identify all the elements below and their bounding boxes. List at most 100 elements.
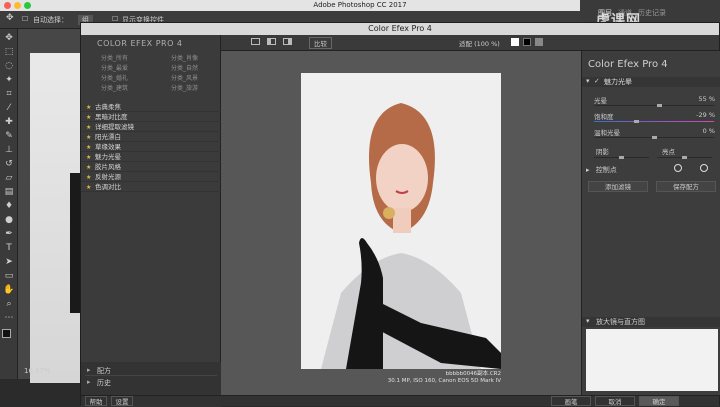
slider-knob[interactable] xyxy=(652,136,657,139)
brush-icon[interactable]: ✎ xyxy=(3,131,15,142)
crop-icon[interactable]: ⌗ xyxy=(3,89,15,100)
shape-icon[interactable]: ▭ xyxy=(3,271,15,282)
filter-header[interactable]: ▾ ✓ 魅力光晕 xyxy=(582,77,720,87)
filter-item[interactable]: ★ 古典柔焦 xyxy=(81,103,221,112)
marquee-icon[interactable]: ⬚ xyxy=(3,47,15,58)
filter-item[interactable]: ★ 反射光源 xyxy=(81,173,221,182)
hand-icon[interactable]: ✋ xyxy=(3,285,15,296)
category-landscape[interactable]: 分类_风景 xyxy=(171,73,198,82)
brand-right-name: Color Efex Pro xyxy=(588,59,659,70)
slider-label: 温和光晕 xyxy=(594,129,620,137)
tools-panel: ✥ ⬚ ◌ ✦ ⌗ ⁄ ✚ ✎ ⊥ ↺ ▱ ▤ ♦ ● ✒ T ➤ ▭ ✋ ⌕ … xyxy=(0,29,18,379)
filter-item[interactable]: ★ 色调对比 xyxy=(81,183,221,192)
auto-select-checkbox[interactable]: ☐ xyxy=(22,15,28,23)
filter-item[interactable]: ★ 详细提取滤镜 xyxy=(81,123,221,132)
path-select-icon[interactable]: ➤ xyxy=(3,257,15,268)
eyedropper-icon[interactable]: ⁄ xyxy=(3,103,15,114)
eraser-icon[interactable]: ▱ xyxy=(3,173,15,184)
favorite-star-icon[interactable]: ★ xyxy=(86,143,91,152)
filter-item[interactable]: ★ 草缘效果 xyxy=(81,143,221,152)
lasso-icon[interactable]: ◌ xyxy=(3,61,15,72)
category-all[interactable]: 分类_所有 xyxy=(101,53,128,62)
bg-gray-swatch[interactable] xyxy=(535,38,543,46)
favorite-star-icon[interactable]: ★ xyxy=(86,113,91,122)
slider-knob[interactable] xyxy=(657,104,662,107)
expand-icon: ▸ xyxy=(87,366,91,374)
favorite-star-icon[interactable]: ★ xyxy=(86,183,91,192)
panel-tab-history[interactable]: 历史记录 xyxy=(638,8,666,18)
filter-item-label: 胶片风格 xyxy=(95,163,121,171)
category-architecture[interactable]: 分类_建筑 xyxy=(101,83,128,92)
filter-item[interactable]: ★ 胶片风格 xyxy=(81,163,221,172)
filter-item[interactable]: ★ 黑暗对比度 xyxy=(81,113,221,122)
filter-item[interactable]: ★ 魅力光晕 xyxy=(81,153,221,162)
compare-button[interactable]: 比较 xyxy=(309,37,332,49)
move-icon[interactable]: ✥ xyxy=(3,33,15,44)
brand-left: COLOR EFEX PRO 4 xyxy=(97,39,183,48)
filter-item[interactable]: ★ 阳光漂白 xyxy=(81,133,221,142)
move-tool-icon[interactable]: ✥ xyxy=(6,13,14,23)
category-favorites[interactable]: 分类_最爱 xyxy=(101,63,128,72)
slider-track[interactable] xyxy=(594,120,714,123)
gradient-icon[interactable]: ▤ xyxy=(3,187,15,198)
photo-metadata: 30.1 MP, ISO 160, Canon EOS 5D Mark IV xyxy=(387,378,501,384)
stamp-icon[interactable]: ⊥ xyxy=(3,145,15,156)
bg-black-swatch[interactable] xyxy=(523,38,531,46)
preview-area[interactable]: bbbbb0046副本.CR2 30.1 MP, ISO 160, Canon … xyxy=(221,51,581,395)
dodge-icon[interactable]: ● xyxy=(3,215,15,226)
cep-window-title: Color Efex Pro 4 xyxy=(81,23,719,35)
recipes-row[interactable]: ▸ 配方 xyxy=(85,366,217,376)
history-brush-icon[interactable]: ↺ xyxy=(3,159,15,170)
side-by-side-view-icon[interactable] xyxy=(283,38,292,45)
add-filter-button[interactable]: 添加滤镜 xyxy=(588,181,648,192)
history-label: 历史 xyxy=(97,379,111,387)
slider-track[interactable] xyxy=(594,104,714,107)
foreground-color-swatch[interactable] xyxy=(2,329,11,338)
category-travel[interactable]: 分类_旅游 xyxy=(171,83,198,92)
filter-controls-panel: Color Efex Pro 4 ▾ ✓ 魅力光晕 光晕 55 % 饱和度 -29 %… xyxy=(581,51,720,395)
category-portrait[interactable]: 分类_肖像 xyxy=(171,53,198,62)
expand-icon: ▸ xyxy=(586,166,590,174)
control-points-row[interactable]: ▸ 控制点 xyxy=(586,165,617,175)
loupe-view[interactable] xyxy=(586,329,718,391)
zoom-icon[interactable]: ⌕ xyxy=(3,299,15,310)
filter-item-label: 魅力光晕 xyxy=(95,153,121,161)
shadow-slider[interactable] xyxy=(594,156,649,159)
slider-track[interactable] xyxy=(594,136,714,139)
slider-value: -29 % xyxy=(696,111,715,119)
filter-header-title: 魅力光晕 xyxy=(604,78,632,86)
pen-icon[interactable]: ✒ xyxy=(3,229,15,240)
healing-icon[interactable]: ✚ xyxy=(3,117,15,128)
add-control-point-icon[interactable] xyxy=(674,164,682,172)
split-view-icon[interactable] xyxy=(267,38,276,45)
save-recipe-button[interactable]: 保存配方 xyxy=(656,181,716,192)
favorite-star-icon[interactable]: ★ xyxy=(86,123,91,132)
slider-knob[interactable] xyxy=(634,120,639,123)
highlight-slider[interactable] xyxy=(657,156,712,159)
highlight-label: 亮点 xyxy=(662,148,675,156)
preview-photo[interactable] xyxy=(301,73,501,369)
favorite-star-icon[interactable]: ★ xyxy=(86,103,91,112)
favorite-star-icon[interactable]: ★ xyxy=(86,133,91,142)
category-wedding[interactable]: 分类_婚礼 xyxy=(101,73,128,82)
control-points-label: 控制点 xyxy=(595,166,617,174)
single-view-icon[interactable] xyxy=(251,38,260,45)
brand-right: Color Efex Pro 4 xyxy=(588,59,668,70)
favorite-star-icon[interactable]: ★ xyxy=(86,173,91,182)
more-tools-icon[interactable]: ⋯ xyxy=(3,313,15,324)
color-efex-window: Color Efex Pro 4 比较 适配 (100 %) COLOR EFE… xyxy=(80,22,720,407)
category-nature[interactable]: 分类_自然 xyxy=(171,63,198,72)
favorite-star-icon[interactable]: ★ xyxy=(86,163,91,172)
zoom-dropdown[interactable]: 适配 (100 %) xyxy=(459,38,500,48)
collapse-icon[interactable]: ▾ xyxy=(586,77,590,85)
remove-control-point-icon[interactable] xyxy=(700,164,708,172)
enable-check-icon[interactable]: ✓ xyxy=(594,77,600,85)
magic-wand-icon[interactable]: ✦ xyxy=(3,75,15,86)
type-icon[interactable]: T xyxy=(3,243,15,254)
filter-list-panel: COLOR EFEX PRO 4 分类_所有 分类_肖像 分类_最爱 分类_自然… xyxy=(81,35,221,407)
loupe-header[interactable]: ▾ 放大镜与直方图 xyxy=(582,317,720,327)
history-row[interactable]: ▸ 历史 xyxy=(85,378,217,388)
blur-icon[interactable]: ♦ xyxy=(3,201,15,212)
bg-white-swatch[interactable] xyxy=(511,38,519,46)
favorite-star-icon[interactable]: ★ xyxy=(86,153,91,162)
